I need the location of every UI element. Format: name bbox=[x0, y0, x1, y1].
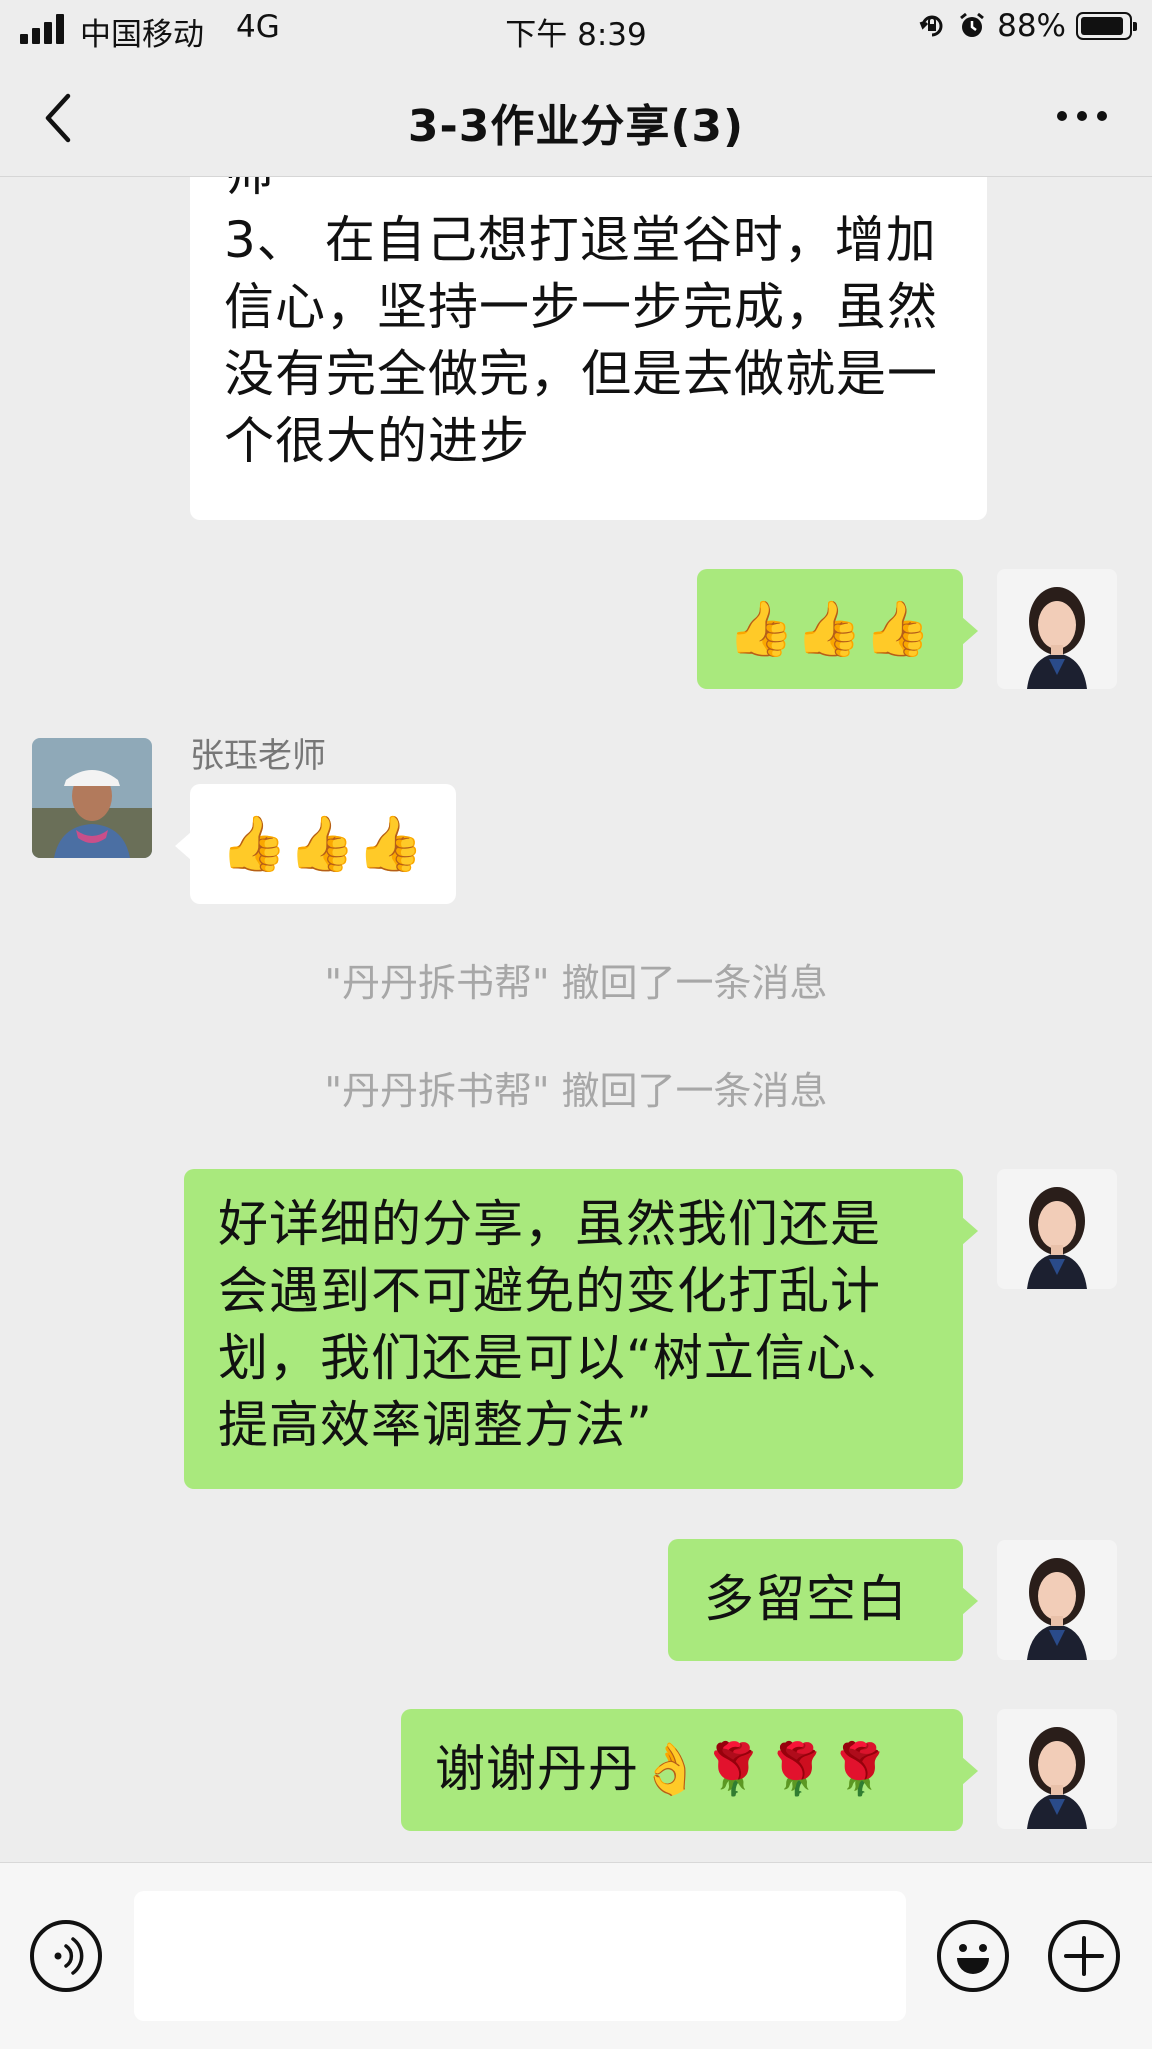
message-text: 师 3、 在自己想打退堂谷时，增加信心，坚持一步一步完成，虽然没有完全做完，但是… bbox=[224, 144, 938, 470]
smiley-icon bbox=[957, 1944, 989, 1974]
message-text: 好详细的分享，虽然我们还是会遇到不可避免的变化打乱计划，我们还是可以“树立信心、… bbox=[218, 1195, 908, 1454]
plus-icon bbox=[1064, 1936, 1104, 1976]
input-bar bbox=[0, 1862, 1152, 2049]
battery-percent: 88% bbox=[997, 8, 1066, 44]
message-emoji: 👍👍👍 bbox=[727, 597, 932, 660]
alarm-icon bbox=[960, 12, 985, 37]
avatar-self[interactable] bbox=[997, 569, 1117, 689]
woman-portrait-icon bbox=[997, 1709, 1117, 1829]
system-message-recalled: "丹丹拆书帮" 撤回了一条消息 bbox=[324, 961, 828, 1005]
message-input[interactable] bbox=[134, 1891, 906, 2021]
woman-portrait-icon bbox=[997, 1169, 1117, 1289]
message-emoji: 👍👍👍 bbox=[220, 812, 425, 875]
top-bar: 中国移动 4G 下午 8:39 88% 3-3作业分享(3) bbox=[0, 0, 1152, 177]
chat-message-list[interactable]: 师 3、 在自己想打退堂谷时，增加信心，坚持一步一步完成，虽然没有完全做完，但是… bbox=[0, 0, 1152, 1862]
message-text: 多留空白 bbox=[704, 1570, 908, 1628]
avatar-self[interactable] bbox=[997, 1709, 1117, 1829]
plus-button[interactable] bbox=[1048, 1920, 1120, 1992]
message-bubble-other[interactable]: 👍👍👍 bbox=[175, 784, 456, 904]
status-bar: 中国移动 4G 下午 8:39 88% bbox=[0, 0, 1152, 60]
avatar-self[interactable] bbox=[997, 1540, 1117, 1660]
message-bubble-self[interactable]: 谢谢丹丹👌🌹🌹🌹 bbox=[401, 1709, 978, 1831]
message-bubble-other[interactable]: 师 3、 在自己想打退堂谷时，增加信心，坚持一步一步完成，虽然没有完全做完，但是… bbox=[190, 144, 987, 520]
voice-icon bbox=[54, 1937, 84, 1975]
man-portrait-icon bbox=[32, 738, 152, 858]
message-text: 谢谢丹丹👌🌹🌹🌹 bbox=[435, 1740, 893, 1798]
sender-name: 张珏老师 bbox=[190, 736, 326, 776]
woman-portrait-icon bbox=[997, 569, 1117, 689]
voice-button[interactable] bbox=[30, 1920, 102, 1992]
system-message-recalled: "丹丹拆书帮" 撤回了一条消息 bbox=[324, 1069, 828, 1113]
avatar-self[interactable] bbox=[997, 1169, 1117, 1289]
message-bubble-self[interactable]: 好详细的分享，虽然我们还是会遇到不可避免的变化打乱计划，我们还是可以“树立信心、… bbox=[184, 1169, 978, 1489]
emoji-button[interactable] bbox=[937, 1920, 1009, 1992]
avatar-other[interactable] bbox=[32, 738, 152, 858]
message-bubble-self[interactable]: 多留空白 bbox=[668, 1539, 978, 1661]
more-dots-icon[interactable] bbox=[1052, 96, 1112, 136]
chat-title: 3-3作业分享(3) bbox=[407, 101, 745, 152]
woman-portrait-icon bbox=[997, 1540, 1117, 1660]
message-bubble-self[interactable]: 👍👍👍 bbox=[697, 569, 978, 689]
battery-icon bbox=[1076, 12, 1137, 40]
rotation-lock-icon bbox=[919, 15, 943, 37]
nav-bar: 3-3作业分享(3) bbox=[0, 60, 1152, 176]
